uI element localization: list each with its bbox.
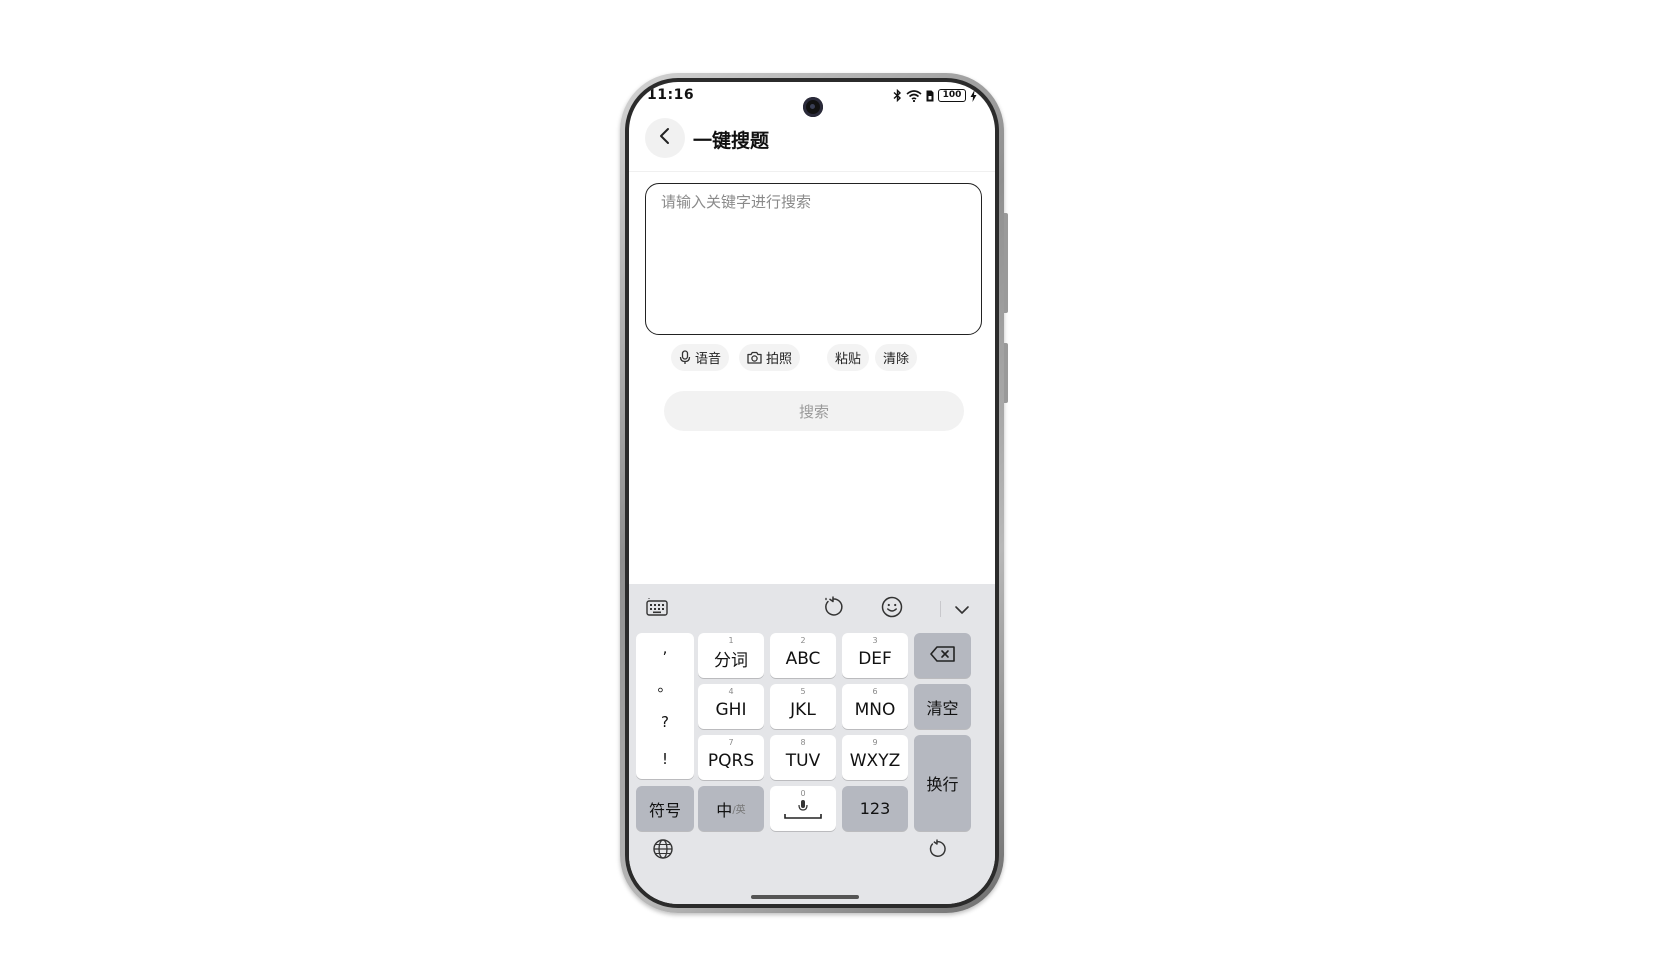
refresh-small-icon: [927, 839, 947, 863]
photo-label: 拍照: [766, 352, 793, 367]
keyboard-icon: [646, 598, 668, 620]
key-9-label: WXYZ: [849, 750, 901, 771]
backspace-icon: [929, 645, 956, 666]
sim-icon: [926, 90, 934, 102]
key-7-label: PQRS: [707, 750, 755, 771]
bluetooth-icon: [893, 89, 902, 102]
key-6[interactable]: 6 MNO: [842, 684, 908, 729]
clear-label: 清除: [883, 352, 910, 367]
paste-label: 粘贴: [835, 352, 862, 367]
ai-refresh-button[interactable]: [820, 596, 846, 622]
refresh-icon: [822, 596, 844, 622]
clear-all-key[interactable]: 清空: [914, 684, 971, 729]
key-4[interactable]: 4 GHI: [698, 684, 764, 729]
key-7-num: 7: [728, 738, 734, 747]
page-title: 一键搜题: [693, 130, 770, 152]
key-8-num: 8: [800, 738, 806, 747]
volume-button: [1004, 213, 1008, 313]
key-9[interactable]: 9 WXYZ: [842, 735, 908, 780]
search-box: [645, 183, 982, 335]
keyboard-switch-button[interactable]: [644, 596, 670, 622]
space-key-num: 0: [800, 789, 806, 798]
key-4-num: 4: [728, 687, 734, 696]
punct-question[interactable]: ?: [636, 713, 694, 731]
key-5-label: JKL: [790, 699, 816, 720]
camera-icon: [747, 351, 762, 364]
key-3-label: DEF: [858, 648, 892, 669]
globe-icon: [652, 838, 674, 864]
key-5[interactable]: 5 JKL: [770, 684, 836, 729]
battery-indicator: 100: [938, 89, 966, 102]
key-1-label: 分词: [714, 651, 748, 671]
status-time: 11:16: [647, 87, 695, 103]
key-1-num: 1: [728, 636, 734, 645]
key-4-label: GHI: [715, 699, 747, 720]
photo-button[interactable]: 拍照: [739, 344, 801, 371]
tool-row: 语音 拍照 粘贴 清除: [629, 344, 995, 372]
emoji-icon: [881, 596, 903, 622]
key-2-label: ABC: [785, 648, 821, 669]
wifi-icon: [906, 89, 922, 102]
search-input[interactable]: [646, 184, 981, 334]
lang-main-label: 中: [716, 800, 733, 820]
status-icons: 100: [893, 89, 977, 102]
punct-period[interactable]: 。: [636, 675, 694, 696]
language-switch-key[interactable]: 中 /英: [698, 786, 764, 831]
space-key[interactable]: 0: [770, 786, 836, 831]
key-2[interactable]: 2 ABC: [770, 633, 836, 678]
clear-button[interactable]: 清除: [875, 344, 918, 371]
symbols-key[interactable]: 符号: [636, 786, 694, 831]
keyboard-refresh-button[interactable]: [924, 838, 950, 864]
key-6-label: MNO: [854, 699, 896, 720]
backspace-key[interactable]: [914, 633, 971, 678]
numeric-key[interactable]: 123: [842, 786, 908, 831]
chevron-down-icon: [954, 600, 970, 619]
key-9-num: 9: [872, 738, 878, 747]
key-5-num: 5: [800, 687, 806, 696]
mic-icon: [679, 350, 691, 365]
power-button: [1004, 343, 1008, 403]
keyboard-toolbar: [629, 584, 995, 632]
punctuation-column[interactable]: , 。 ? !: [636, 633, 694, 779]
voice-label: 语音: [695, 352, 722, 367]
punct-exclamation[interactable]: !: [636, 750, 694, 768]
lang-sub-label: /英: [732, 805, 746, 816]
key-7[interactable]: 7 PQRS: [698, 735, 764, 780]
keyboard-bottom-bar: [629, 836, 995, 876]
key-8-label: TUV: [785, 750, 821, 771]
key-8[interactable]: 8 TUV: [770, 735, 836, 780]
back-button[interactable]: [645, 118, 685, 158]
keyboard: , 。 ? ! 1 分词 2 ABC 3 DEF 4 GHI 5 JKL 6 M…: [629, 584, 995, 904]
phone-frame: 11:16 100 一键搜题 请输入关键字进行搜索 语音 拍照 粘贴 清除 搜索…: [620, 73, 1008, 913]
hide-keyboard-button[interactable]: [949, 596, 975, 622]
symbols-label: 符号: [648, 800, 681, 820]
phone-bezel: 11:16 100 一键搜题 请输入关键字进行搜索 语音 拍照 粘贴 清除 搜索…: [625, 78, 999, 908]
punct-comma[interactable]: ,: [636, 639, 694, 657]
emoji-button[interactable]: [879, 596, 905, 622]
phone-screen: 11:16 100 一键搜题 请输入关键字进行搜索 语音 拍照 粘贴 清除 搜索…: [629, 82, 995, 904]
key-3-num: 3: [872, 636, 878, 645]
newline-key[interactable]: 换行: [914, 735, 971, 831]
key-6-num: 6: [872, 687, 878, 696]
key-2-num: 2: [800, 636, 806, 645]
clear-all-label: 清空: [926, 698, 959, 718]
status-bar: 11:16 100: [629, 82, 995, 117]
space-mic-icon: [783, 799, 823, 825]
chevron-left-icon: [658, 127, 672, 149]
key-1[interactable]: 1 分词: [698, 633, 764, 678]
newline-label: 换行: [926, 775, 959, 794]
app-header: 一键搜题: [629, 112, 995, 172]
voice-button[interactable]: 语音: [671, 344, 730, 371]
home-indicator[interactable]: [751, 895, 859, 899]
key-3[interactable]: 3 DEF: [842, 633, 908, 678]
toolbar-divider: [940, 601, 941, 617]
charging-icon: [970, 89, 977, 102]
search-button[interactable]: 搜索: [664, 391, 964, 431]
paste-button[interactable]: 粘贴: [827, 344, 870, 371]
numeric-label: 123: [859, 799, 891, 818]
globe-button[interactable]: [650, 838, 676, 864]
